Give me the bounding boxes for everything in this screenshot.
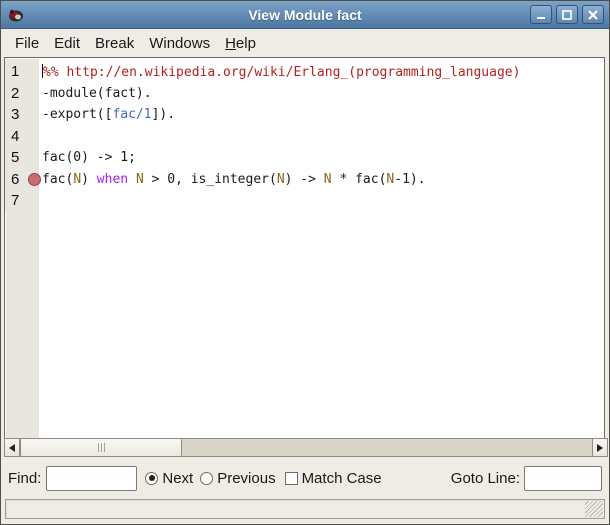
code-text: -module(fact). (38, 86, 152, 101)
code-text: -export([fac/1]). (38, 107, 175, 122)
resize-grip[interactable] (585, 501, 603, 517)
code-line: 4 (5, 126, 604, 148)
menu-item-file[interactable]: File (15, 35, 39, 52)
view-module-window: View Module fact File Edit Break Windows Hel… (0, 0, 610, 525)
line-number[interactable]: 2 (5, 83, 38, 105)
code-lines: 1%% http://en.wikipedia.org/wiki/Erlang_… (5, 58, 604, 212)
line-number[interactable]: 5 (5, 147, 38, 169)
code-line: 5fac(0) -> 1; (5, 147, 604, 169)
code-text: fac(0) -> 1; (38, 150, 136, 165)
code-line: 7 (5, 190, 604, 212)
previous-radio[interactable] (200, 472, 213, 485)
scroll-left-button[interactable] (5, 439, 20, 456)
window-title: View Module fact (1, 7, 609, 23)
erlang-debugger-bug-icon (6, 5, 26, 25)
code-text: fac(N) when N > 0, is_integer(N) -> N * … (38, 172, 426, 187)
left-arrow-icon (9, 444, 15, 452)
find-bar: Find: Next Previous Match Case Goto Line… (1, 459, 609, 497)
scrollbar-thumb[interactable] (20, 439, 182, 456)
menu-item-break[interactable]: Break (95, 35, 134, 52)
find-label: Find: (8, 470, 41, 487)
code-line: 6fac(N) when N > 0, is_integer(N) -> N *… (5, 169, 604, 191)
previous-label: Previous (217, 470, 275, 487)
maximize-button[interactable] (556, 5, 578, 24)
line-number[interactable]: 1 (5, 61, 38, 83)
thumb-grip-icon (98, 443, 99, 452)
line-number[interactable]: 7 (5, 190, 38, 212)
line-number[interactable]: 4 (5, 126, 38, 148)
goto-line-input[interactable] (524, 466, 602, 491)
status-bar (5, 499, 605, 519)
match-case-label: Match Case (302, 470, 382, 487)
goto-line-label: Goto Line: (451, 470, 520, 487)
menu-item-windows[interactable]: Windows (149, 35, 210, 52)
line-number[interactable]: 6 (5, 169, 38, 191)
scroll-right-button[interactable] (592, 439, 607, 456)
code-line: 1%% http://en.wikipedia.org/wiki/Erlang_… (5, 61, 604, 83)
code-line: 3-export([fac/1]). (5, 104, 604, 126)
title-bar[interactable]: View Module fact (1, 1, 609, 29)
menu-item-help[interactable]: Help (225, 35, 256, 52)
match-case-checkbox[interactable] (285, 472, 298, 485)
next-label: Next (162, 470, 193, 487)
right-arrow-icon (597, 444, 603, 452)
horizontal-scrollbar[interactable] (4, 438, 608, 457)
find-input[interactable] (46, 466, 137, 491)
minimize-button[interactable] (530, 5, 552, 24)
close-button[interactable] (582, 5, 604, 24)
menu-item-edit[interactable]: Edit (54, 35, 80, 52)
code-line: 2-module(fact). (5, 83, 604, 105)
code-viewer[interactable]: 1%% http://en.wikipedia.org/wiki/Erlang_… (4, 57, 605, 438)
code-text: %% http://en.wikipedia.org/wiki/Erlang_(… (38, 64, 520, 80)
menu-bar: File Edit Break Windows Help (2, 29, 608, 57)
line-number[interactable]: 3 (5, 104, 38, 126)
next-radio[interactable] (145, 472, 158, 485)
